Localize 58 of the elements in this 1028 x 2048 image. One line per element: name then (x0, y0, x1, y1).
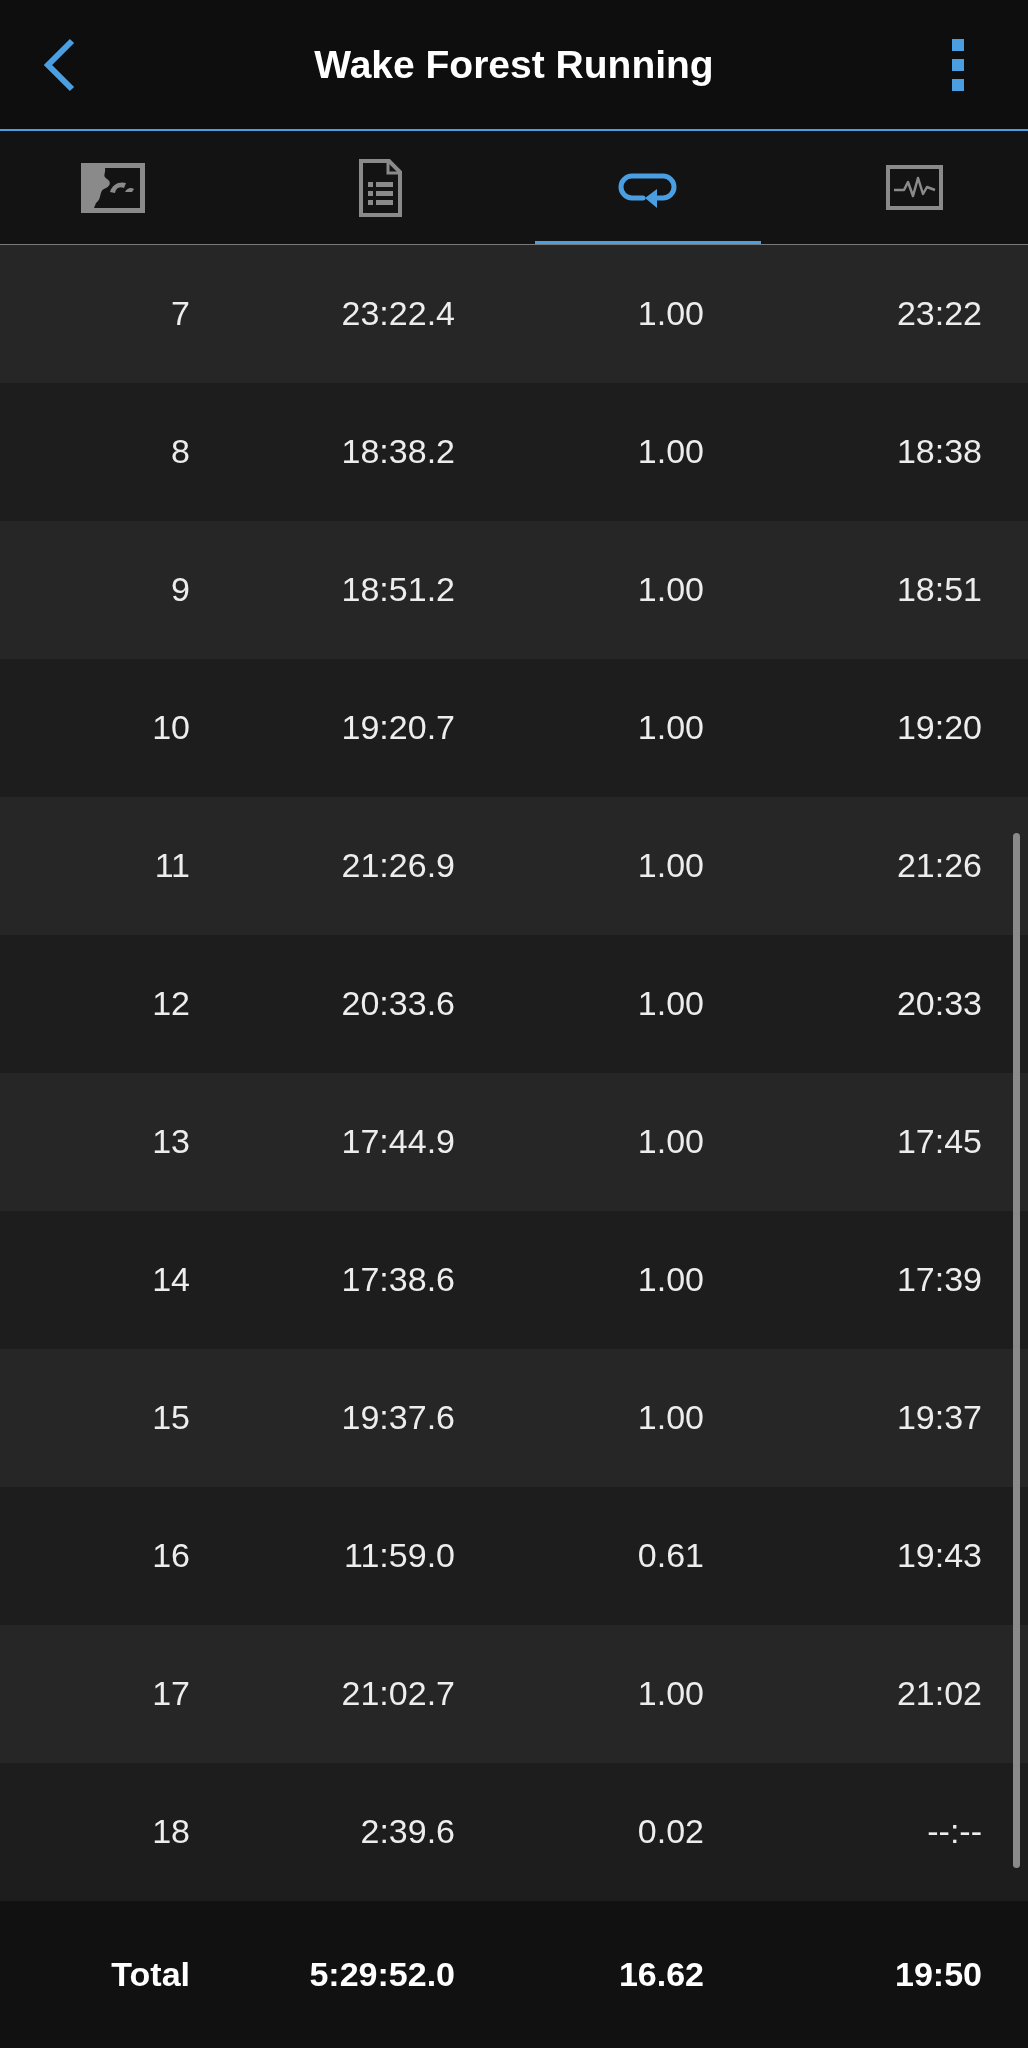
total-cell: Total (111, 1954, 190, 1995)
table-cell: 1.00 (637, 1122, 704, 1162)
table-cell: 1.00 (637, 1260, 704, 1300)
table-cell: 19:37.6 (341, 1398, 455, 1438)
pulse-chart-icon (886, 165, 944, 210)
table-cell: 1.00 (637, 1674, 704, 1714)
table-cell: 17:38.6 (341, 1260, 455, 1300)
table-cell: 1.00 (637, 846, 704, 886)
table-cell: 18:38.2 (341, 432, 455, 472)
table-cell: 19:20 (896, 708, 982, 748)
total-cell: 16.62 (618, 1954, 704, 1995)
table-cell: 17 (152, 1674, 190, 1714)
screen-title: Wake Forest Running (314, 42, 714, 87)
table-cell: 16 (152, 1536, 190, 1576)
table-cell: 19:37 (896, 1398, 982, 1438)
table-cell: 0.02 (637, 1812, 704, 1852)
table-cell: 18:51.2 (341, 570, 455, 610)
table-cell: 18:38 (896, 432, 982, 472)
table-cell: 21:02.7 (341, 1674, 455, 1714)
table-cell: --:-- (927, 1812, 982, 1852)
table-cell: 15 (152, 1398, 190, 1438)
table-cell: 20:33.6 (341, 984, 455, 1024)
table-cell: 18 (152, 1812, 190, 1852)
table-cell: 12 (152, 984, 190, 1024)
table-cell: 9 (171, 570, 190, 610)
chevron-left-icon (42, 37, 76, 92)
table-cell: 11:59.0 (344, 1536, 455, 1576)
total-cell: 19:50 (895, 1954, 982, 1995)
table-cell: 21:26.9 (341, 846, 455, 886)
kebab-menu-icon (952, 38, 964, 91)
map-icon (81, 162, 145, 213)
table-cell: 20:33 (896, 984, 982, 1024)
table-cell: 23:22 (896, 294, 982, 334)
table-cell: 0.61 (637, 1536, 704, 1576)
table-cell: 8 (171, 432, 190, 472)
table-cell: 1.00 (637, 984, 704, 1024)
table-cell: 21:02 (896, 1674, 982, 1714)
document-icon (358, 158, 402, 217)
table-cell: 21:26 (896, 846, 982, 886)
table-cell: 13 (152, 1122, 190, 1162)
table-cell: 18:51 (896, 570, 982, 610)
table-cell: 10 (152, 708, 190, 748)
table-cell: 23:22.4 (341, 294, 455, 334)
table-cell: 2:39.6 (360, 1812, 455, 1852)
total-cell: 5:29:52.0 (309, 1954, 455, 1995)
table-cell: 1.00 (637, 708, 704, 748)
table-cell: 11 (154, 846, 190, 886)
table-cell: 14 (152, 1260, 190, 1300)
table-cell: 17:45 (896, 1122, 982, 1162)
table-cell: 19:43 (896, 1536, 982, 1576)
table-cell: 1.00 (637, 432, 704, 472)
table-cell: 7 (171, 294, 190, 334)
table-cell: 1.00 (637, 294, 704, 334)
table-cell: 17:39 (896, 1260, 982, 1300)
table-cell: 1.00 (637, 1398, 704, 1438)
table-cell: 17:44.9 (341, 1122, 455, 1162)
table-cell: 1.00 (637, 570, 704, 610)
table-cell: 19:20.7 (341, 708, 455, 748)
